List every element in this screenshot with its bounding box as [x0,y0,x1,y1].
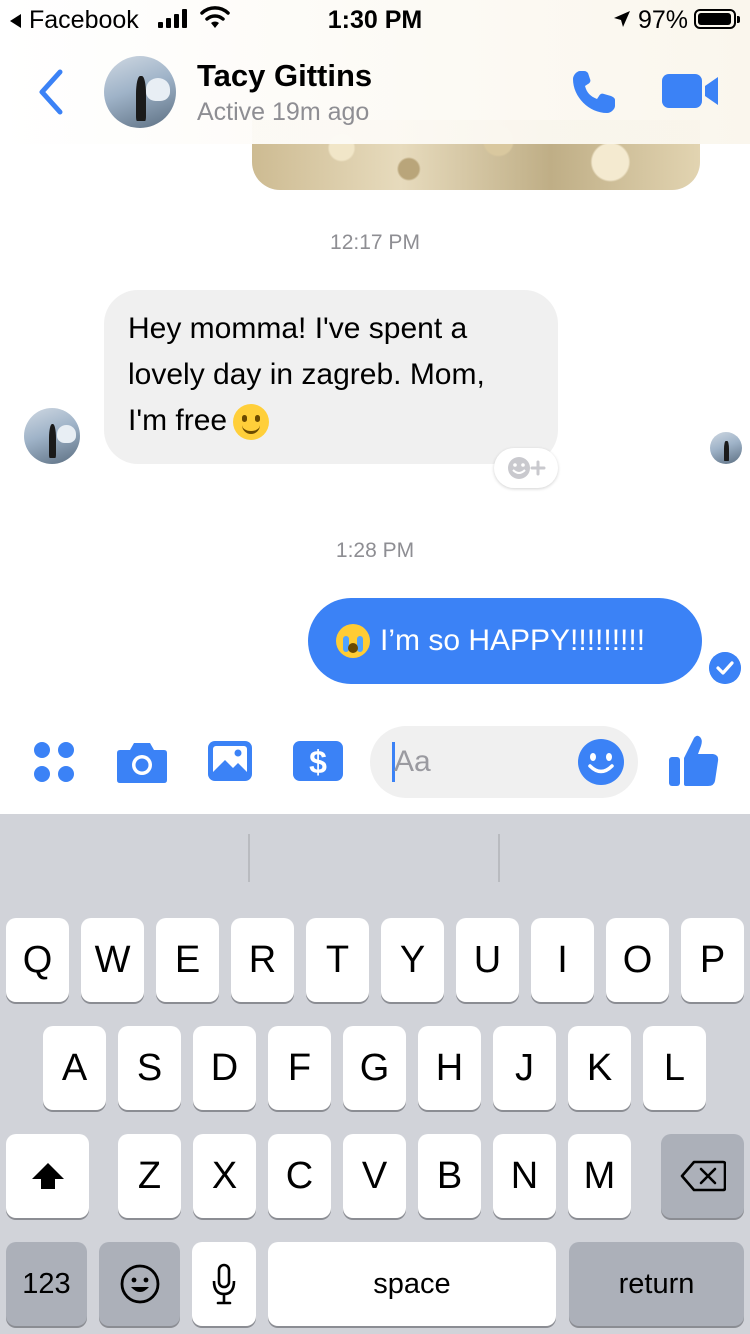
space-key[interactable]: space [268,1242,556,1326]
add-reaction-button[interactable] [494,448,558,488]
location-arrow-icon [614,11,630,27]
key-t[interactable]: T [306,918,369,1002]
key-c[interactable]: C [268,1134,331,1218]
slightly-smiling-face-emoji [233,404,270,441]
key-i[interactable]: I [531,918,594,1002]
key-v[interactable]: V [343,1134,406,1218]
svg-text:$: $ [309,744,327,780]
message-input-container[interactable] [370,726,638,798]
status-bar: Facebook 1:30 PM 97% [0,0,750,40]
message-line: Hey momma! I've spent a [128,312,468,345]
message-text: I’m so HAPPY!!!!!!!!! [380,624,646,657]
camera-icon[interactable] [116,740,168,784]
key-b[interactable]: B [418,1134,481,1218]
key-e[interactable]: E [156,918,219,1002]
key-g[interactable]: G [343,1026,406,1110]
battery-icon [694,9,740,29]
key-w[interactable]: W [81,918,144,1002]
key-p[interactable]: P [681,918,744,1002]
key-n[interactable]: N [493,1134,556,1218]
active-status: Active 19m ago [197,98,370,126]
video-call-icon[interactable] [662,72,720,110]
message-input[interactable] [394,740,564,784]
more-actions-icon[interactable] [32,740,76,784]
key-j[interactable]: J [493,1026,556,1110]
suggestion-divider [248,834,250,882]
message-line: lovely day in zagreb. Mom, [128,358,485,391]
battery-percent: 97% [638,6,689,34]
key-f[interactable]: F [268,1026,331,1110]
key-m[interactable]: M [568,1134,631,1218]
delivered-check-icon [709,652,741,684]
emoji-smiley-icon[interactable] [577,738,625,786]
incoming-message[interactable]: Hey momma! I've spent a lovely day in za… [104,290,558,464]
phone-call-icon[interactable] [568,66,620,118]
contact-name[interactable]: Tacy Gittins [197,58,372,94]
key-z[interactable]: Z [118,1134,181,1218]
key-r[interactable]: R [231,918,294,1002]
key-q[interactable]: Q [6,918,69,1002]
key-k[interactable]: K [568,1026,631,1110]
suggestion-divider [498,834,500,882]
return-key[interactable]: return [569,1242,744,1326]
photo-gallery-icon[interactable] [207,740,253,782]
emoji-face-icon [120,1264,159,1304]
key-h[interactable]: H [418,1026,481,1110]
dictation-key[interactable] [192,1242,256,1326]
key-d[interactable]: D [193,1026,256,1110]
timestamp: 1:28 PM [335,539,415,562]
emoji-key[interactable] [99,1242,180,1326]
numbers-key[interactable]: 123 [6,1242,87,1326]
key-s[interactable]: S [118,1026,181,1110]
thumbs-up-like-icon[interactable] [668,734,720,788]
message-line: I'm free [128,404,228,437]
timestamp: 12:17 PM [330,231,420,254]
back-chevron-icon[interactable] [36,68,66,116]
delete-key[interactable] [661,1134,744,1218]
key-u[interactable]: U [456,918,519,1002]
key-y[interactable]: Y [381,918,444,1002]
seen-avatar [710,432,742,464]
shift-arrow-icon [31,1163,64,1189]
outgoing-message[interactable]: I’m so HAPPY!!!!!!!!! [308,598,702,684]
loudly-crying-face-emoji [336,624,370,658]
add-reaction-icon [508,457,546,479]
payment-dollar-icon[interactable]: $ [292,740,344,782]
key-o[interactable]: O [606,918,669,1002]
key-l[interactable]: L [643,1026,706,1110]
key-x[interactable]: X [193,1134,256,1218]
contact-avatar-small[interactable] [24,408,80,464]
contact-avatar[interactable] [104,56,176,128]
key-a[interactable]: A [43,1026,106,1110]
microphone-icon [212,1263,236,1305]
shift-key[interactable] [6,1134,89,1218]
backspace-icon [680,1160,726,1192]
